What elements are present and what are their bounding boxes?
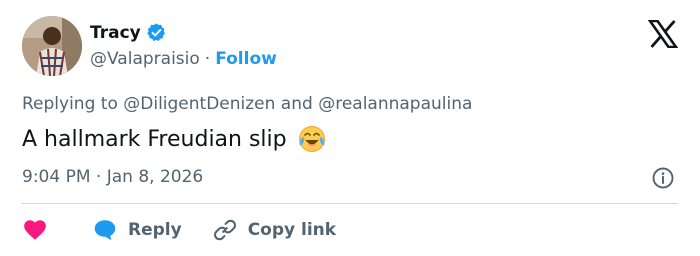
replying-to-line: Replying to @DiligentDenizen and @realan… <box>22 94 472 114</box>
author-handle[interactable]: @Valapraisio <box>90 49 200 69</box>
separator-dot: · <box>204 49 211 69</box>
verified-badge-icon <box>146 22 167 43</box>
action-bar: Reply Copy link <box>22 216 336 244</box>
reply-label: Reply <box>128 220 182 240</box>
mention-link[interactable]: @DiligentDenizen <box>123 94 275 114</box>
follow-button[interactable]: Follow <box>215 49 277 69</box>
reply-button[interactable]: Reply <box>92 217 182 243</box>
x-logo-icon[interactable] <box>647 19 679 49</box>
author-name-row: Tracy <box>90 22 167 43</box>
replying-to-joiner: and <box>275 94 319 114</box>
tweet-text: A hallmark Freudian slip <box>22 126 287 152</box>
tears-of-joy-emoji-icon <box>297 124 327 154</box>
tweet-card: Tracy @Valapraisio · Follow Replying to … <box>0 0 700 256</box>
tweet-timestamp[interactable]: 9:04 PM · Jan 8, 2026 <box>22 167 203 187</box>
link-icon <box>213 219 236 241</box>
author-name[interactable]: Tracy <box>90 23 141 43</box>
copy-link-button[interactable]: Copy link <box>212 217 336 243</box>
speech-bubble-icon <box>94 220 116 241</box>
replying-to-prefix: Replying to <box>22 94 124 114</box>
mention-link[interactable]: @realannapaulina <box>318 94 472 114</box>
divider <box>22 203 678 204</box>
tweet-body: A hallmark Freudian slip <box>22 124 327 154</box>
copy-link-label: Copy link <box>247 220 337 240</box>
info-icon[interactable] <box>651 166 675 190</box>
avatar[interactable] <box>22 16 82 76</box>
heart-icon <box>24 220 46 240</box>
author-handle-row: @Valapraisio · Follow <box>90 49 277 69</box>
like-button[interactable] <box>22 217 52 243</box>
